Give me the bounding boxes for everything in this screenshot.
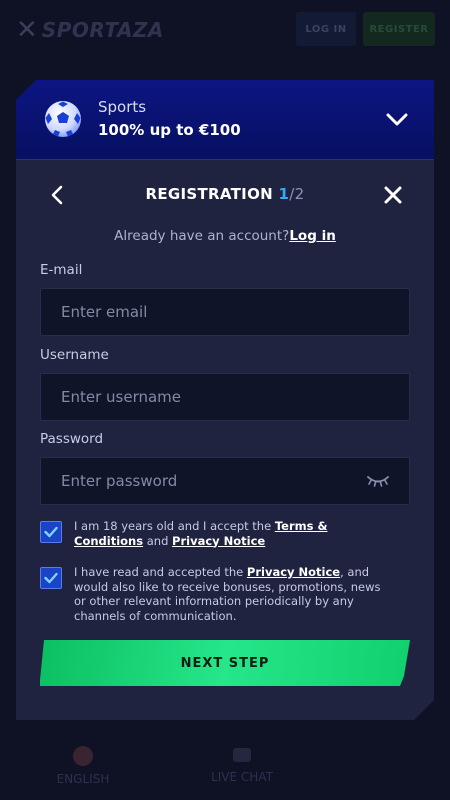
chat-icon — [233, 748, 251, 762]
background-close-icon: ✕ — [16, 15, 38, 45]
promo-bonus: 100% up to €100 — [98, 121, 241, 139]
marketing-privacy-notice-link[interactable]: Privacy Notice — [247, 565, 340, 579]
form-header: REGISTRATION 1/2 — [16, 180, 434, 210]
terms-consent-row: I am 18 years old and I accept the Terms… — [40, 519, 420, 551]
uk-flag-icon — [73, 746, 93, 766]
password-field[interactable] — [40, 457, 410, 505]
checkmark-icon — [44, 526, 58, 538]
login-prompt: Already have an account?Log in — [16, 228, 434, 244]
terms-consent-text: I am 18 years old and I accept the Terms… — [74, 519, 394, 548]
step-current: 1 — [278, 185, 290, 203]
background-language-label: ENGLISH — [56, 772, 110, 786]
promo-selector[interactable]: Sports 100% up to €100 — [16, 80, 434, 160]
username-field[interactable] — [40, 373, 410, 421]
background-footer: ENGLISH LIVE CHAT — [0, 730, 450, 800]
login-prompt-text: Already have an account? — [114, 228, 290, 244]
form-title: REGISTRATION 1/2 — [16, 185, 434, 203]
close-icon[interactable] — [382, 184, 404, 206]
next-step-button[interactable]: NEXT STEP — [40, 640, 410, 686]
username-label: Username — [40, 347, 109, 363]
marketing-consent-text: I have read and accepted the Privacy Not… — [74, 565, 394, 623]
marketing-consent-row: I have read and accepted the Privacy Not… — [40, 565, 420, 625]
registration-modal: Sports 100% up to €100 REGISTRATION 1/2 … — [16, 80, 434, 720]
background-live-chat: LIVE CHAT — [200, 746, 284, 784]
terms-text-before: I am 18 years old and I accept the — [74, 519, 275, 533]
marketing-text-before: I have read and accepted the — [74, 565, 247, 579]
background-logo: SPORTAZA — [41, 18, 164, 42]
chevron-down-icon[interactable] — [384, 106, 410, 132]
background-login-button: LOG IN — [296, 12, 356, 46]
promo-title: Sports — [98, 98, 147, 116]
background-language: ENGLISH — [40, 746, 126, 786]
terms-text-and: and — [143, 533, 173, 548]
marketing-checkbox[interactable] — [40, 567, 62, 589]
terms-checkbox[interactable] — [40, 521, 62, 543]
login-link[interactable]: Log in — [289, 228, 335, 244]
email-field[interactable] — [40, 288, 410, 336]
eye-closed-icon[interactable] — [366, 474, 390, 488]
email-label: E-mail — [40, 262, 83, 278]
step-total: /2 — [289, 185, 305, 203]
background-register-button: REGISTER — [363, 12, 435, 46]
privacy-notice-link[interactable]: Privacy Notice — [172, 534, 265, 548]
checkmark-icon — [44, 572, 58, 584]
background-live-chat-label: LIVE CHAT — [211, 770, 273, 784]
password-label: Password — [40, 431, 104, 447]
soccer-ball-icon — [45, 101, 81, 137]
form-title-text: REGISTRATION — [145, 185, 273, 203]
